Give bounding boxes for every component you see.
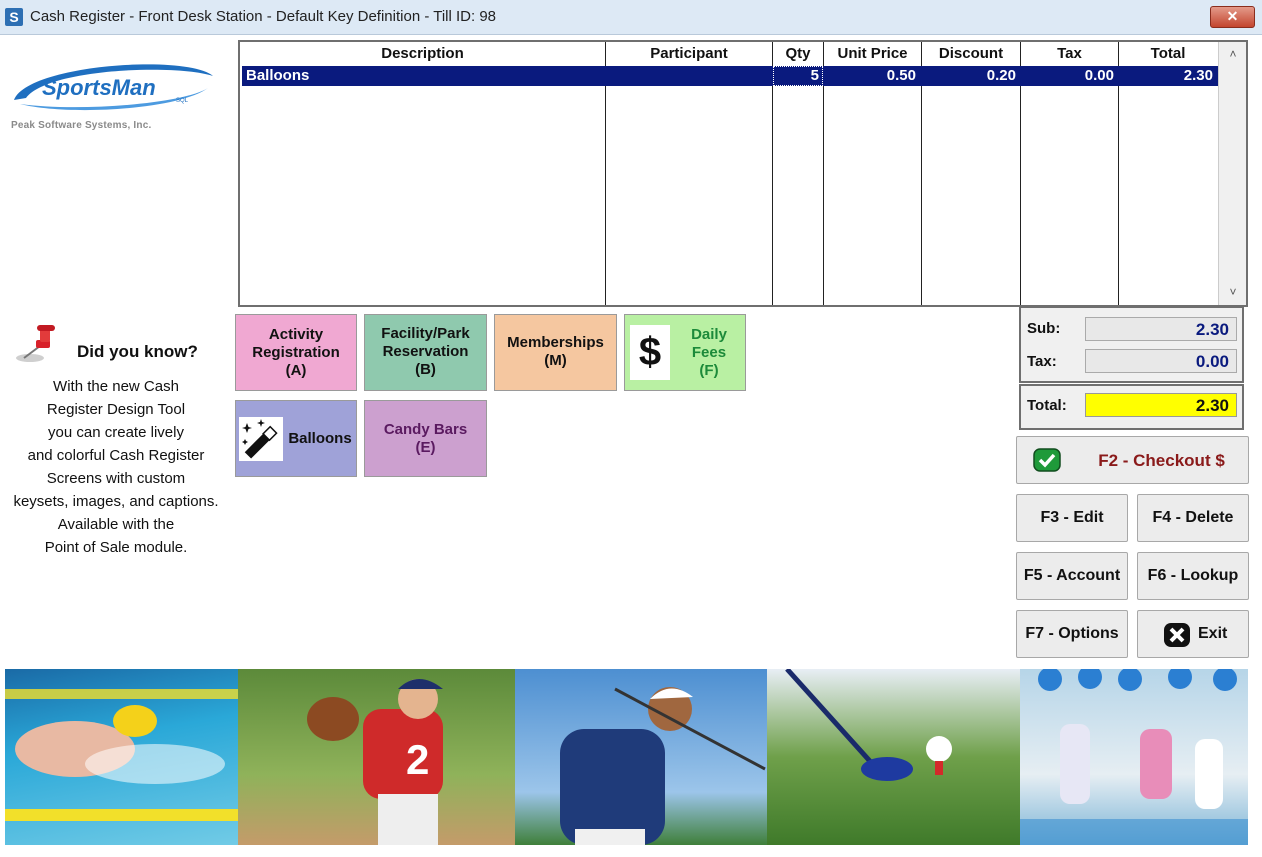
dollar-icon: $ <box>630 325 670 380</box>
pushpin-svg <box>16 325 55 362</box>
did-you-know-text: With the new Cash Register Design Tool y… <box>0 375 232 559</box>
did-you-know-line: keysets, images, and captions. <box>13 493 219 510</box>
logo-company: Peak Software Systems, Inc. <box>11 120 152 131</box>
header-unit-price[interactable]: Unit Price <box>824 44 921 64</box>
did-you-know-line: you can create lively <box>48 424 184 441</box>
did-you-know-line: Register Design Tool <box>46 401 186 418</box>
delete-button[interactable]: F4 - Delete <box>1137 494 1249 542</box>
key-line: (B) <box>415 361 436 378</box>
key-line: (M) <box>544 352 567 369</box>
row-tax: 0.00 <box>1084 67 1114 84</box>
row-participant <box>606 66 766 86</box>
header-tax[interactable]: Tax <box>1021 44 1118 64</box>
key-line: Balloons <box>288 430 352 447</box>
key-activity-registration[interactable]: Activity Registration (A) <box>235 314 357 391</box>
header-participant[interactable]: Participant <box>606 44 772 64</box>
key-line: (A) <box>285 362 307 379</box>
pushpin-icon <box>10 322 70 370</box>
swimmer-svg <box>5 689 238 821</box>
sportsman-logo: SportsMan SQL Peak Software Systems, Inc… <box>8 58 223 138</box>
key-line: Reservation <box>382 343 469 360</box>
key-line: (F) <box>699 362 719 379</box>
edit-button[interactable]: F3 - Edit <box>1016 494 1128 542</box>
key-line: Fees <box>691 344 727 361</box>
row-description: Balloons <box>246 67 310 84</box>
app-icon: S <box>5 8 23 26</box>
tax-label: Tax: <box>1027 353 1057 370</box>
golf-ball-photo <box>767 669 1020 845</box>
transaction-grid[interactable]: Description Participant Qty Unit Price D… <box>238 40 1248 307</box>
key-line: (E) <box>415 439 436 456</box>
exit-label: Exit <box>1198 625 1228 642</box>
key-line: Candy Bars <box>383 421 468 438</box>
did-you-know-line: and colorful Cash Register <box>27 447 205 464</box>
key-line: Daily <box>691 326 727 343</box>
tax-value: 0.00 <box>1085 349 1237 373</box>
daily-fees-label: Daily Fees (F) <box>677 326 741 380</box>
did-you-know-line: Available with the <box>57 516 175 533</box>
title-bar: S Cash Register - Front Desk Station - D… <box>0 0 1262 35</box>
header-description[interactable]: Description <box>240 44 605 64</box>
key-candy-bars[interactable]: Candy Bars (E) <box>364 400 487 477</box>
header-qty[interactable]: Qty <box>773 44 823 64</box>
close-x-icon <box>1163 622 1191 648</box>
did-you-know-heading: Did you know? <box>77 342 198 361</box>
options-button[interactable]: F7 - Options <box>1016 610 1128 658</box>
key-line: Facility/Park <box>381 325 470 342</box>
totals-panel: Sub: 2.30 Tax: 0.00 Total: 2.30 <box>1019 306 1244 434</box>
did-you-know-line: With the new Cash <box>53 378 179 395</box>
sub-label: Sub: <box>1027 320 1061 337</box>
checkout-label: F2 - Checkout $ <box>1098 451 1225 470</box>
magic-wand-svg <box>242 419 278 459</box>
grid-scrollbar[interactable]: ˄ ˅ <box>1218 42 1246 305</box>
close-x-svg <box>1164 623 1190 647</box>
total-value: 2.30 <box>1085 393 1237 417</box>
header-discount[interactable]: Discount <box>922 44 1020 64</box>
row-total: 2.30 <box>1183 67 1213 84</box>
golfer-svg <box>560 687 766 845</box>
close-window-button[interactable]: ✕ <box>1210 6 1255 28</box>
fitness-class-photo <box>1020 669 1248 845</box>
subtotal-tax-box: Sub: 2.30 Tax: 0.00 <box>1019 306 1244 383</box>
row-unit-price: 0.50 <box>886 67 916 84</box>
key-facility-park-reservation[interactable]: Facility/Park Reservation (B) <box>364 314 487 391</box>
baseball-svg: 2 <box>307 679 443 845</box>
total-label: Total: <box>1027 397 1067 414</box>
checkmark-icon <box>1033 448 1061 472</box>
baseball-pitcher-photo: 2 <box>238 669 515 845</box>
sports-photo-banner: 2 <box>5 669 1248 845</box>
header-total[interactable]: Total <box>1119 44 1217 64</box>
window-title: Cash Register - Front Desk Station - Def… <box>30 8 497 25</box>
row-discount: 0.20 <box>986 67 1016 84</box>
golfer-photo <box>515 669 767 845</box>
jersey-number: 2 <box>406 736 429 783</box>
total-box: Total: 2.30 <box>1019 384 1244 430</box>
logo-name: SportsMan <box>42 75 156 100</box>
did-you-know-line: Screens with custom <box>46 470 186 487</box>
exit-button[interactable]: Exit <box>1137 610 1249 658</box>
swimmer-photo <box>5 669 238 845</box>
lookup-button[interactable]: F6 - Lookup <box>1137 552 1249 600</box>
scroll-down-icon[interactable]: ˅ <box>1219 282 1246 302</box>
golf-ball-svg <box>785 669 952 781</box>
key-line: Activity <box>268 326 324 343</box>
did-you-know-line: Point of Sale module. <box>44 539 188 556</box>
key-line: Memberships <box>507 334 604 351</box>
account-button[interactable]: F5 - Account <box>1016 552 1128 600</box>
fitness-svg <box>1020 669 1248 845</box>
key-daily-fees[interactable]: $ Daily Fees (F) <box>624 314 746 391</box>
checkmark-svg <box>1033 448 1061 472</box>
checkout-button[interactable]: F2 - Checkout $ <box>1016 436 1249 484</box>
row-qty[interactable]: 5 <box>773 66 819 86</box>
key-memberships[interactable]: Memberships (M) <box>494 314 617 391</box>
logo-mark: SQL <box>176 98 189 104</box>
scroll-up-icon[interactable]: ˄ <box>1219 44 1246 64</box>
sub-value: 2.30 <box>1085 317 1237 341</box>
key-balloons[interactable]: Balloons <box>235 400 357 477</box>
key-line: Registration <box>252 344 340 361</box>
magic-wand-icon <box>239 417 283 461</box>
